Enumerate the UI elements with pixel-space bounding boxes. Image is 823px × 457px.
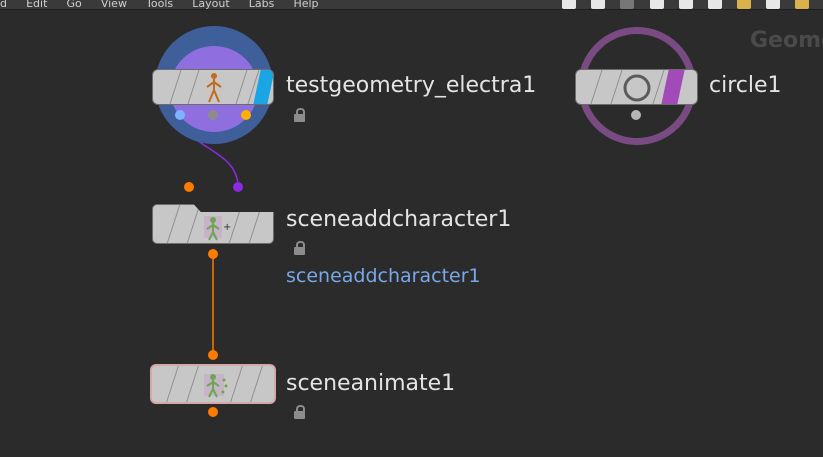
node-name[interactable]: testgeometry_electra1: [286, 73, 536, 98]
output-connector[interactable]: [208, 110, 218, 120]
node-name[interactable]: sceneaddcharacter1: [286, 207, 511, 232]
input-connector[interactable]: [184, 182, 194, 192]
node-testgeometry-electra1[interactable]: [152, 69, 274, 105]
output-connector[interactable]: [631, 110, 641, 120]
input-connector[interactable]: [208, 350, 218, 360]
lock-icon[interactable]: [294, 405, 305, 419]
output-connector[interactable]: [208, 249, 218, 259]
output-connector[interactable]: [241, 110, 251, 120]
input-connector[interactable]: [233, 182, 243, 192]
node-name[interactable]: circle1: [709, 73, 782, 98]
node-descriptive-label: sceneaddcharacter1: [286, 265, 481, 287]
node-circle1[interactable]: [575, 69, 698, 105]
svg-text:+: +: [223, 222, 231, 233]
node-name[interactable]: sceneanimate1: [286, 371, 455, 396]
lock-icon[interactable]: [294, 241, 305, 255]
output-connector[interactable]: [208, 407, 218, 417]
character-figure-icon: [206, 73, 222, 103]
add-character-icon: +: [204, 216, 231, 241]
display-flag[interactable]: [660, 70, 686, 104]
output-connector[interactable]: [175, 110, 185, 120]
animate-character-icon: [204, 374, 228, 398]
node-sceneanimate1[interactable]: [150, 364, 276, 404]
circle-icon: [623, 74, 651, 102]
lock-icon[interactable]: [294, 108, 305, 122]
